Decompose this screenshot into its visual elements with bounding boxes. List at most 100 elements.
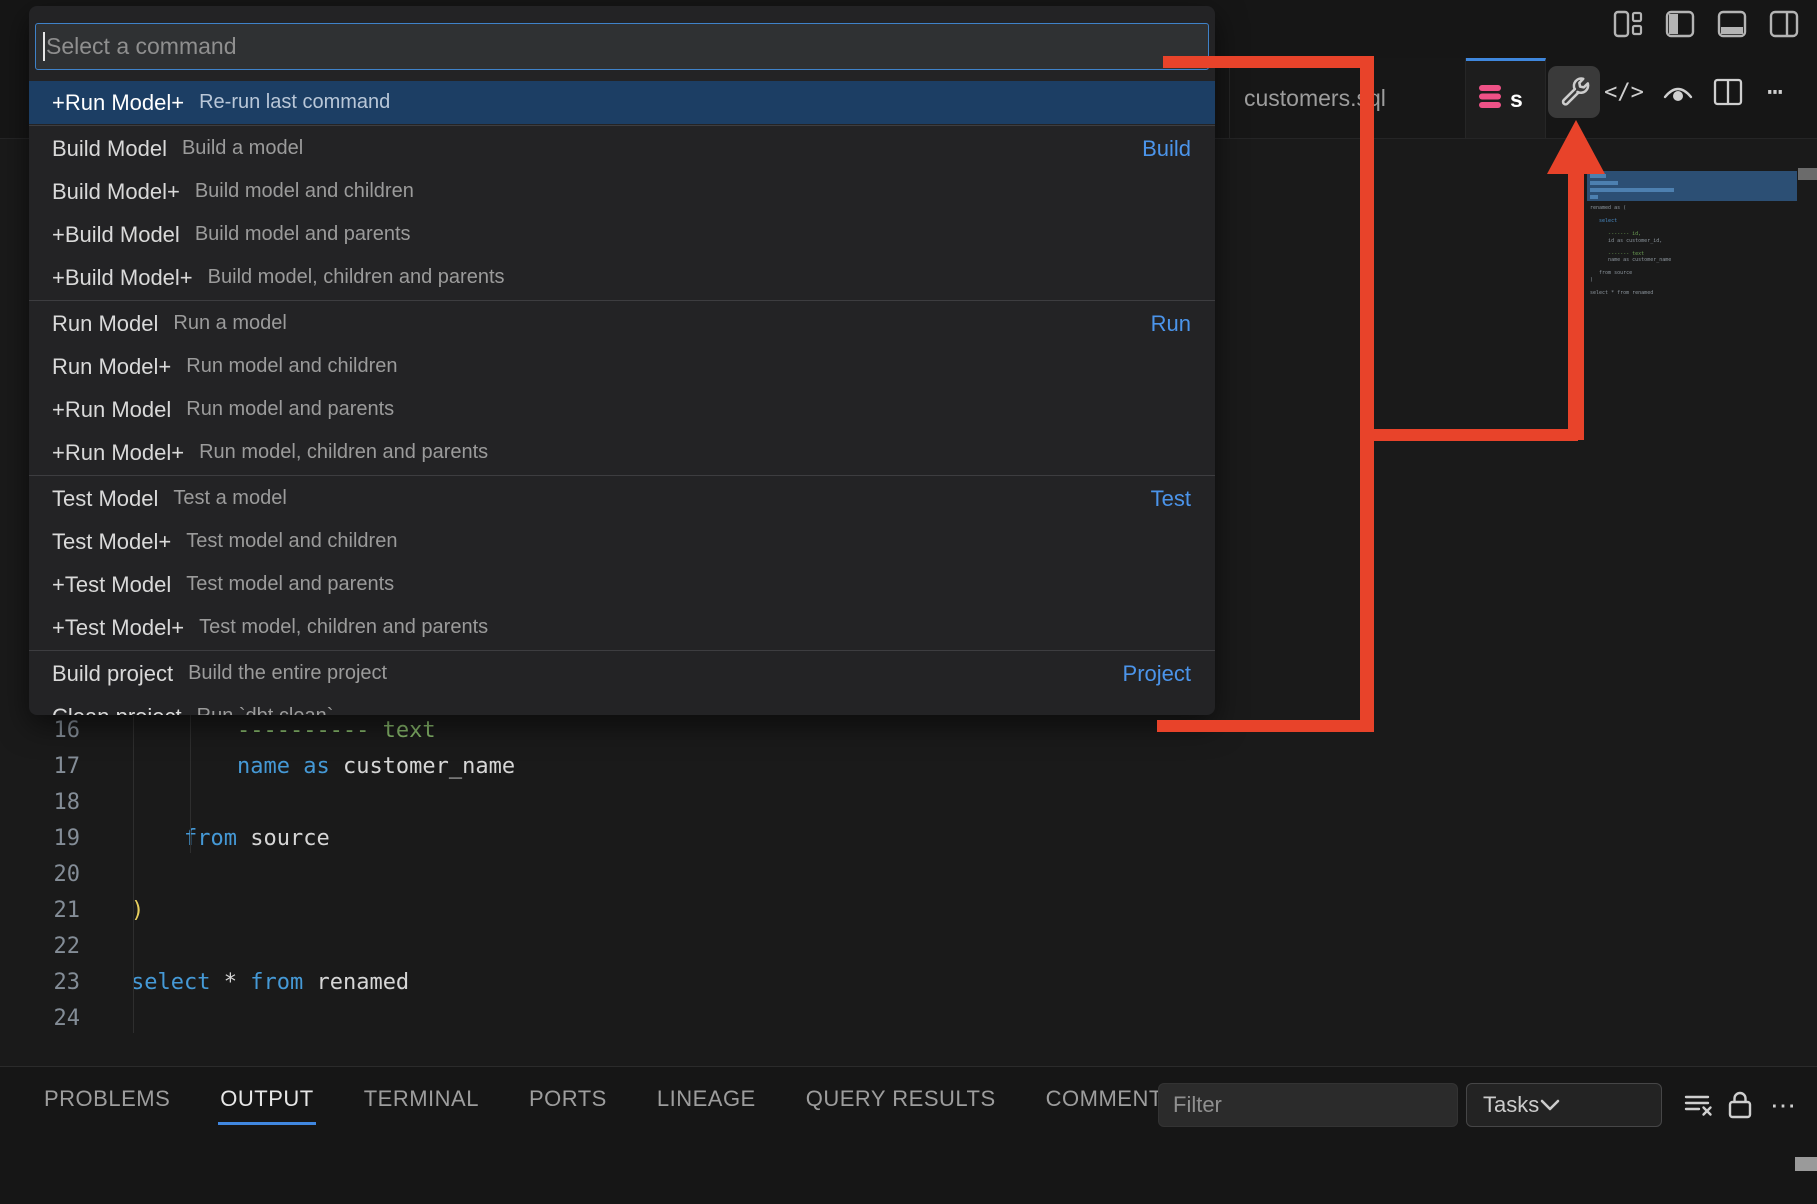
filter-input[interactable] <box>1158 1083 1458 1127</box>
command-item[interactable]: Test ModelTest a modelTest <box>29 477 1215 520</box>
command-description: Run a model <box>173 312 286 335</box>
split-editor-icon[interactable] <box>1708 66 1748 118</box>
command-list: +Run Model+Re-run last commandBuild Mode… <box>29 81 1215 715</box>
command-item[interactable]: Build Model Build a model Build <box>29 127 1215 170</box>
code-line: 18 <box>0 785 1500 821</box>
preview-eye-icon[interactable] <box>1658 66 1698 118</box>
list-separator <box>29 125 1215 126</box>
wrench-button[interactable] <box>1548 66 1600 118</box>
command-description: Run `dbt clean` <box>197 705 334 715</box>
command-item[interactable]: Clean project Run `dbt clean` <box>29 695 1215 715</box>
command-group-badge: Build <box>1142 136 1191 162</box>
command-item[interactable]: +Run Model+ Run model, children and paren… <box>29 431 1215 474</box>
command-label: +Run Model <box>52 397 171 423</box>
panel-tab-problems[interactable]: PROBLEMS <box>42 1072 172 1125</box>
list-separator <box>29 650 1215 651</box>
command-description: Build the entire project <box>188 662 387 685</box>
minimap-line: select * from renamed <box>1590 290 1671 297</box>
line-number: 18 <box>0 785 80 821</box>
minimap-line <box>1590 174 1606 178</box>
chevron-down-icon <box>1539 1092 1561 1118</box>
annotation-line-top <box>1163 56 1374 68</box>
command-palette: +Run Model+Re-run last commandBuild Mode… <box>29 6 1215 715</box>
minimap-line: name as customer_name <box>1590 257 1671 264</box>
command-item[interactable]: Build Model+Build model and children <box>29 170 1215 213</box>
minimap-line <box>1590 188 1674 192</box>
command-description: Test model and parents <box>186 573 394 596</box>
code-line: 22 <box>0 929 1500 965</box>
command-description: Build a model <box>182 137 303 160</box>
code-line: 19 from source <box>0 821 1500 857</box>
command-label: Build project <box>52 661 173 687</box>
command-item[interactable]: +Build Model+Build model, children and p… <box>29 256 1215 299</box>
bottom-panel: PROBLEMS OUTPUT TERMINAL PORTS LINEAGE QUERY … <box>0 1066 1817 1204</box>
more-actions-icon[interactable]: ⋯ <box>1756 66 1796 118</box>
code-line: 21) <box>0 893 1500 929</box>
annotation-line-middle <box>1366 429 1578 441</box>
command-item[interactable]: +Test ModelTest model and parents <box>29 563 1215 606</box>
command-item[interactable]: +Test Model+Test model, children and par… <box>29 606 1215 649</box>
command-label: Clean project <box>52 704 182 716</box>
command-item[interactable]: +Run Model Run model and parents <box>29 388 1215 431</box>
text-caret <box>43 32 45 61</box>
line-number: 17 <box>0 749 80 785</box>
command-item[interactable]: Run ModelRun a modelRun <box>29 302 1215 345</box>
lock-icon[interactable] <box>1722 1087 1758 1123</box>
panel-scrollbar[interactable] <box>1795 1157 1817 1171</box>
command-description: Test model and children <box>186 530 397 553</box>
customize-layout-icon[interactable] <box>1613 10 1643 38</box>
tasks-dropdown[interactable]: Tasks <box>1466 1083 1662 1127</box>
command-item[interactable]: +Run Model+Re-run last command <box>29 81 1215 124</box>
toggle-secondary-sidebar-icon[interactable] <box>1769 10 1799 38</box>
command-label: Test Model+ <box>52 529 171 555</box>
command-description: Test a model <box>173 487 286 510</box>
line-number: 24 <box>0 1001 80 1037</box>
panel-tab-lineage[interactable]: LINEAGE <box>655 1072 758 1125</box>
command-item[interactable]: Test Model+ Test model and children <box>29 520 1215 563</box>
command-item[interactable]: Run Model+ Run model and children <box>29 345 1215 388</box>
code-line: 24 <box>0 1001 1500 1037</box>
command-input[interactable] <box>35 23 1209 70</box>
command-description: Run model and parents <box>186 398 394 421</box>
annotation-arrow-head <box>1547 120 1605 174</box>
panel-tabs: PROBLEMS OUTPUT TERMINAL PORTS LINEAGE QUERY … <box>42 1067 1180 1129</box>
code-icon[interactable]: </> <box>1604 66 1644 118</box>
minimap-viewport[interactable] <box>1587 171 1797 201</box>
tab-label: s <box>1510 86 1523 113</box>
line-number: 19 <box>0 821 80 857</box>
editor-scrollbar[interactable] <box>1798 168 1817 180</box>
code-text: from source <box>131 821 330 857</box>
indent-guide <box>133 713 134 1033</box>
tab-customers-sql[interactable]: customers.sql <box>1229 58 1466 138</box>
toggle-primary-sidebar-icon[interactable] <box>1665 10 1695 38</box>
line-number: 22 <box>0 929 80 965</box>
panel-tab-query-results[interactable]: QUERY RESULTS <box>804 1072 998 1125</box>
command-label: +Run Model+ <box>52 90 184 116</box>
tab-active-dbt[interactable]: s <box>1466 58 1546 138</box>
command-label: +Run Model+ <box>52 440 184 466</box>
clear-output-icon[interactable] <box>1680 1087 1716 1123</box>
command-group-badge: Test <box>1151 486 1191 512</box>
minimap[interactable]: renamed as ( select ------- id, id as cu… <box>1587 139 1797 559</box>
command-item[interactable]: Build projectBuild the entire projectPro… <box>29 652 1215 695</box>
command-item[interactable]: +Build ModelBuild model and parents <box>29 213 1215 256</box>
toggle-panel-icon[interactable] <box>1717 10 1747 38</box>
minimap-line: id as customer_id, <box>1590 238 1671 245</box>
line-number: 23 <box>0 965 80 1001</box>
panel-tab-ports[interactable]: PORTS <box>527 1072 609 1125</box>
command-label: Run Model+ <box>52 354 171 380</box>
annotation-line-vertical <box>1360 56 1374 732</box>
code-line: 17 name as customer_name <box>0 749 1500 785</box>
command-description: Run model and children <box>186 355 397 378</box>
annotation-line-bottom <box>1157 720 1374 732</box>
command-description: Build model and children <box>195 180 414 203</box>
panel-tab-terminal[interactable]: TERMINAL <box>362 1072 481 1125</box>
command-label: Build Model <box>52 136 167 162</box>
minimap-line <box>1590 195 1598 199</box>
command-description: Run model, children and parents <box>199 441 488 464</box>
database-icon <box>1478 82 1502 118</box>
minimap-line <box>1590 181 1618 185</box>
panel-tab-output[interactable]: OUTPUT <box>218 1072 315 1125</box>
line-number: 16 <box>0 713 80 749</box>
panel-more-icon[interactable]: ⋯ <box>1766 1087 1802 1123</box>
